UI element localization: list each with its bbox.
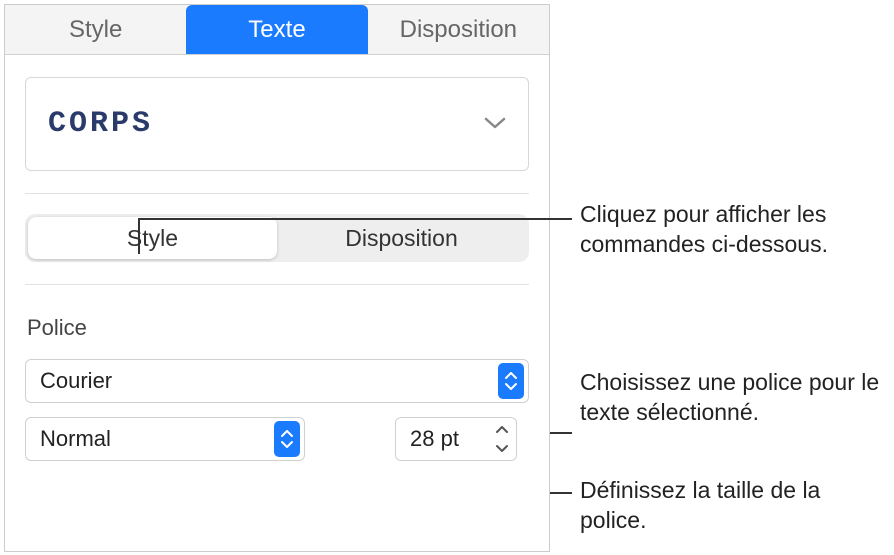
stepper-down-button[interactable] [490, 439, 514, 457]
font-size-stepper [490, 421, 514, 457]
top-tabs: Style Texte Disposition [5, 5, 549, 55]
font-family-value: Courier [40, 368, 112, 394]
font-size-value[interactable]: 28 pt [410, 426, 490, 452]
format-panel: Style Texte Disposition CORPS Style Disp… [4, 4, 550, 552]
callout-line [550, 492, 572, 494]
callout-font-size: Définissez la taille de la police. [580, 476, 880, 536]
callout-style: Cliquez pour afficher les commandes ci-d… [580, 200, 880, 260]
tab-disposition[interactable]: Disposition [368, 5, 549, 54]
updown-arrows-icon [498, 363, 524, 399]
callout-line [550, 432, 572, 434]
font-section-label: Police [27, 315, 529, 341]
segmented-control: Style Disposition [25, 214, 529, 262]
chevron-down-icon [484, 112, 506, 136]
divider [25, 284, 529, 285]
divider [25, 193, 529, 194]
font-family-popup[interactable]: Courier [25, 359, 529, 403]
font-weight-value: Normal [40, 426, 111, 452]
font-size-control: 28 pt [395, 417, 517, 461]
segment-style[interactable]: Style [28, 217, 277, 259]
paragraph-style-label: CORPS [48, 107, 153, 141]
tab-style[interactable]: Style [5, 5, 186, 54]
callout-font-family: Choisissez une police pour le texte séle… [580, 368, 880, 428]
tab-texte[interactable]: Texte [186, 5, 367, 54]
callout-line [138, 218, 572, 220]
callout-line [138, 218, 140, 254]
font-weight-popup[interactable]: Normal [25, 417, 305, 461]
stepper-up-button[interactable] [490, 421, 514, 439]
updown-arrows-icon [274, 421, 300, 457]
segment-disposition[interactable]: Disposition [277, 217, 526, 259]
paragraph-style-popup[interactable]: CORPS [25, 77, 529, 171]
